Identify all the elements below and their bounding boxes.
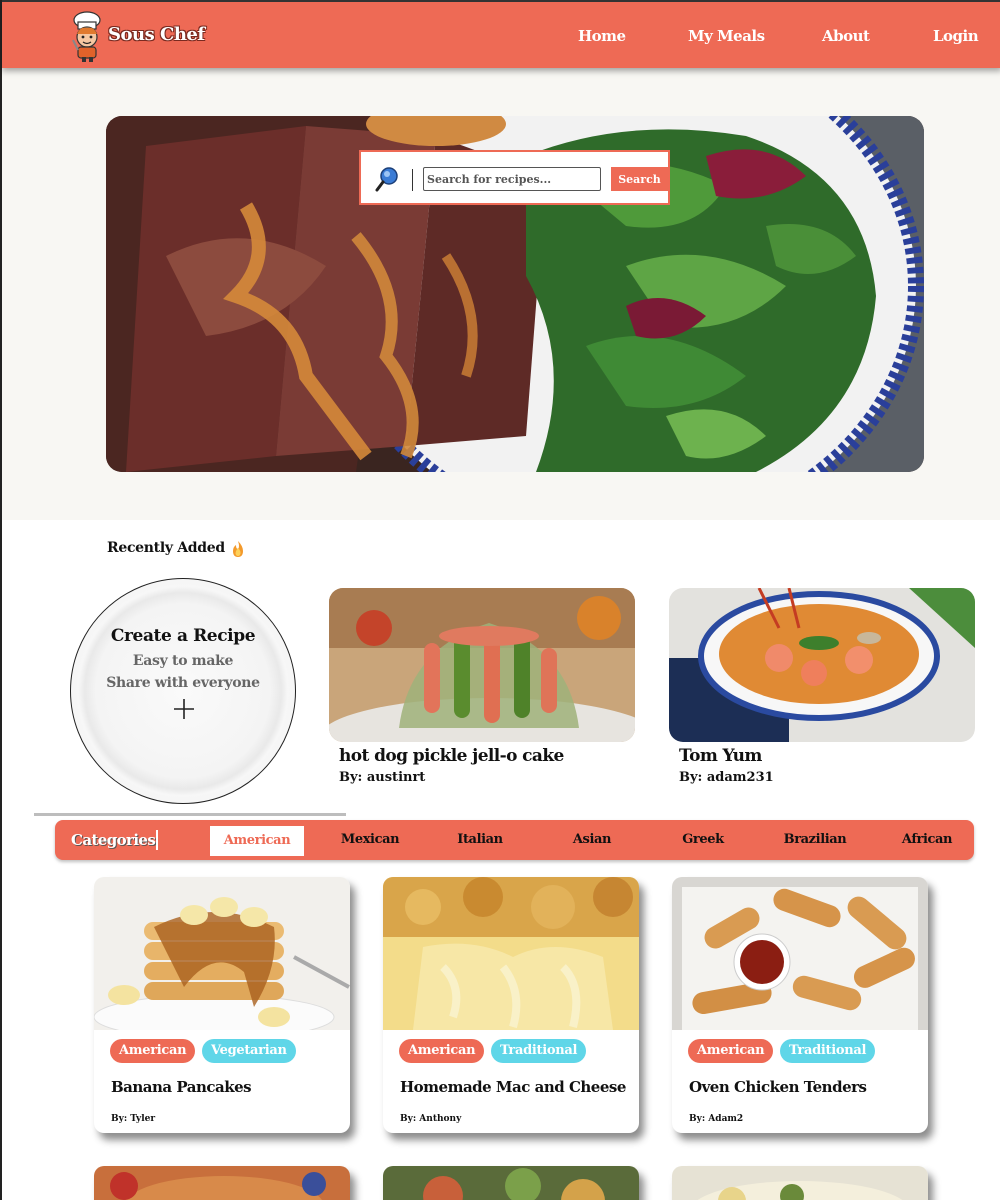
brand-name[interactable]: Sous Chef — [108, 24, 205, 45]
recent-recipe-image — [329, 588, 635, 742]
recipe-author: By: Tyler — [111, 1114, 156, 1124]
categories-label: Categories — [71, 831, 156, 849]
recipe-card-partial[interactable] — [94, 1166, 350, 1200]
search-input[interactable] — [423, 167, 601, 191]
category-tab-asian[interactable]: Asian — [552, 820, 632, 860]
recipe-tag[interactable]: Vegetarian — [202, 1039, 296, 1063]
create-recipe-line-1: Easy to make — [132, 653, 234, 669]
recipe-tag[interactable]: American — [399, 1039, 485, 1063]
recent-recipe-name: Tom Yum — [679, 746, 762, 766]
recipe-image — [672, 877, 928, 1030]
nav-login-link[interactable]: Login — [933, 27, 979, 45]
recent-recipe-card[interactable]: Tom Yum By: adam231 — [669, 588, 975, 785]
recent-recipe-image — [669, 588, 975, 742]
recent-recipe-name: hot dog pickle jell-o cake — [339, 746, 564, 766]
recipe-author: By: Adam2 — [689, 1114, 744, 1124]
recipe-author: By: Anthony — [400, 1114, 462, 1124]
search-button[interactable]: Search — [611, 167, 668, 191]
plus-icon[interactable] — [173, 698, 195, 720]
create-recipe-line-2: Share with everyone — [106, 675, 260, 691]
recipe-image — [383, 877, 639, 1030]
recently-added-heading: Recently Added — [107, 540, 225, 556]
nav-home-link[interactable]: Home — [578, 27, 626, 45]
recipe-card[interactable]: American Vegetarian Banana Pancakes By: … — [94, 877, 350, 1133]
category-tab-african[interactable]: African — [882, 820, 972, 860]
categories-divider — [156, 830, 158, 850]
recipe-card-partial[interactable] — [383, 1166, 639, 1200]
recipe-card-partial[interactable] — [672, 1166, 928, 1200]
create-recipe-title: Create a Recipe — [110, 626, 256, 646]
create-recipe-plate[interactable]: Create a Recipe Easy to make Share with … — [70, 578, 296, 804]
recipe-image — [94, 877, 350, 1030]
navbar: Sous Chef Home My Meals About Login — [2, 0, 1000, 68]
category-tab-american[interactable]: American — [210, 826, 304, 856]
recent-recipe-card[interactable]: hot dog pickle jell-o cake By: austinrt — [329, 588, 635, 785]
recipe-tag[interactable]: American — [688, 1039, 774, 1063]
recipe-tag[interactable]: Traditional — [780, 1039, 876, 1063]
category-tab-greek[interactable]: Greek — [663, 820, 743, 860]
recent-recipe-author: By: adam231 — [679, 770, 774, 785]
nav-my-meals-link[interactable]: My Meals — [688, 27, 765, 45]
chef-logo-icon[interactable] — [68, 10, 106, 62]
recipe-name: Homemade Mac and Cheese — [400, 1078, 626, 1096]
search-divider — [412, 169, 413, 191]
recipe-tag[interactable]: American — [110, 1039, 196, 1063]
recipe-tag[interactable]: Traditional — [491, 1039, 587, 1063]
category-tab-brazilian[interactable]: Brazilian — [770, 820, 860, 860]
recipe-name: Oven Chicken Tenders — [689, 1078, 867, 1096]
recipe-card[interactable]: American Traditional Oven Chicken Tender… — [672, 877, 928, 1133]
search-bar: Search — [359, 150, 670, 205]
search-icon[interactable] — [374, 165, 402, 193]
recipe-card[interactable]: American Traditional Homemade Mac and Ch… — [383, 877, 639, 1133]
recent-recipe-author: By: austinrt — [339, 770, 426, 785]
category-tab-mexican[interactable]: Mexican — [325, 820, 415, 860]
nav-about-link[interactable]: About — [822, 27, 870, 45]
category-tab-italian[interactable]: Italian — [440, 820, 520, 860]
recipe-name: Banana Pancakes — [111, 1078, 252, 1096]
section-divider — [34, 813, 346, 816]
categories-bar: Categories American Mexican Italian Asia… — [55, 820, 974, 860]
flame-icon — [233, 541, 243, 557]
